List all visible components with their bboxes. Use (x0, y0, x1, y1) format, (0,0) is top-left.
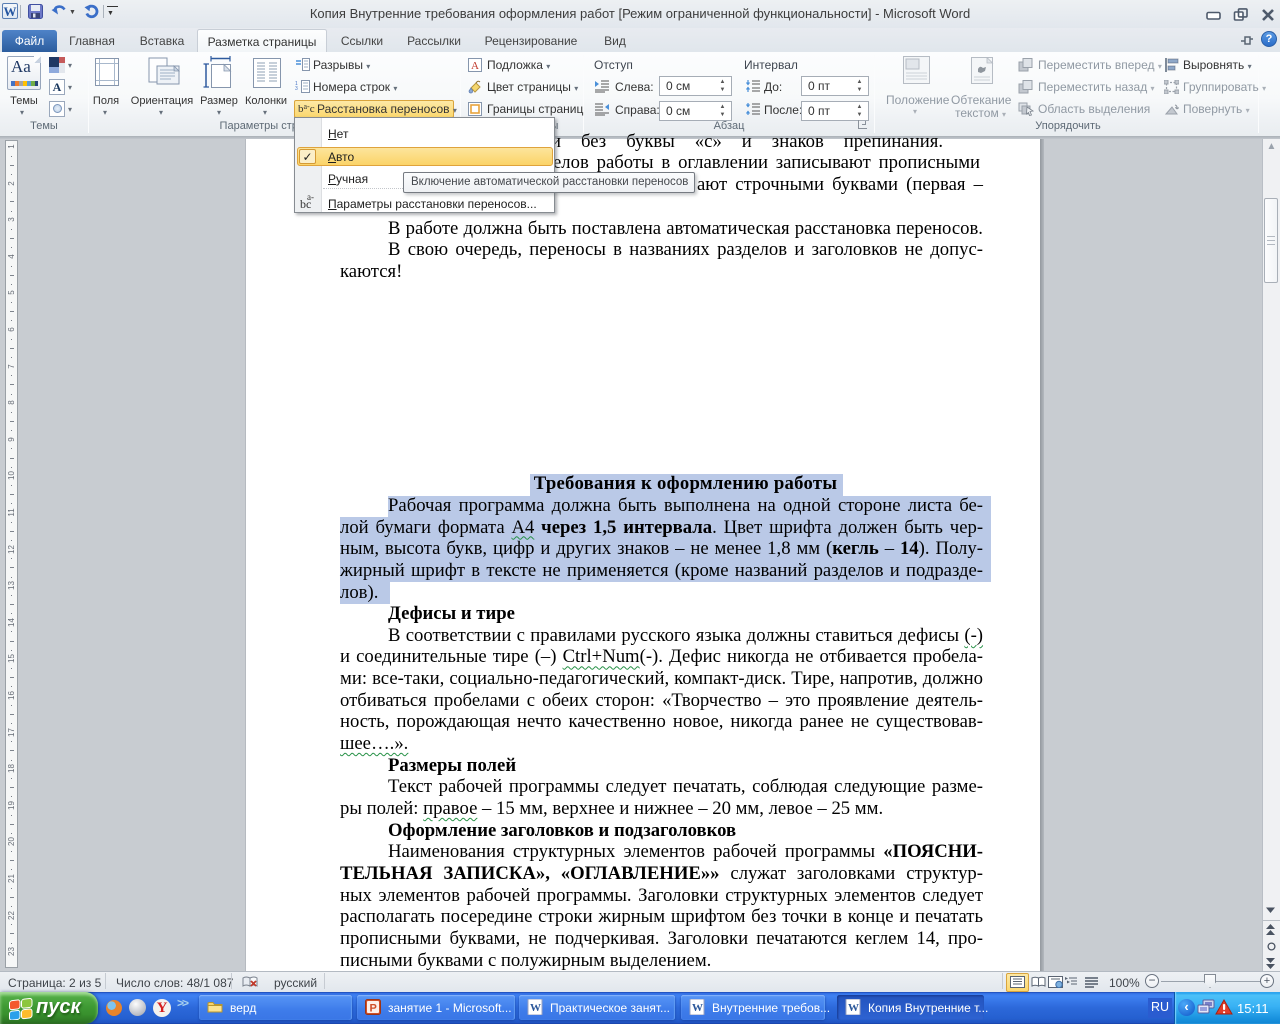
svg-text:a-: a- (307, 192, 314, 202)
svg-text:W: W (692, 1002, 703, 1014)
svg-text:W: W (848, 1002, 859, 1014)
svg-text:3: 3 (295, 86, 298, 92)
svg-text:A: A (471, 60, 479, 72)
svg-text:P: P (370, 1003, 377, 1015)
svg-text:W: W (530, 1002, 541, 1014)
